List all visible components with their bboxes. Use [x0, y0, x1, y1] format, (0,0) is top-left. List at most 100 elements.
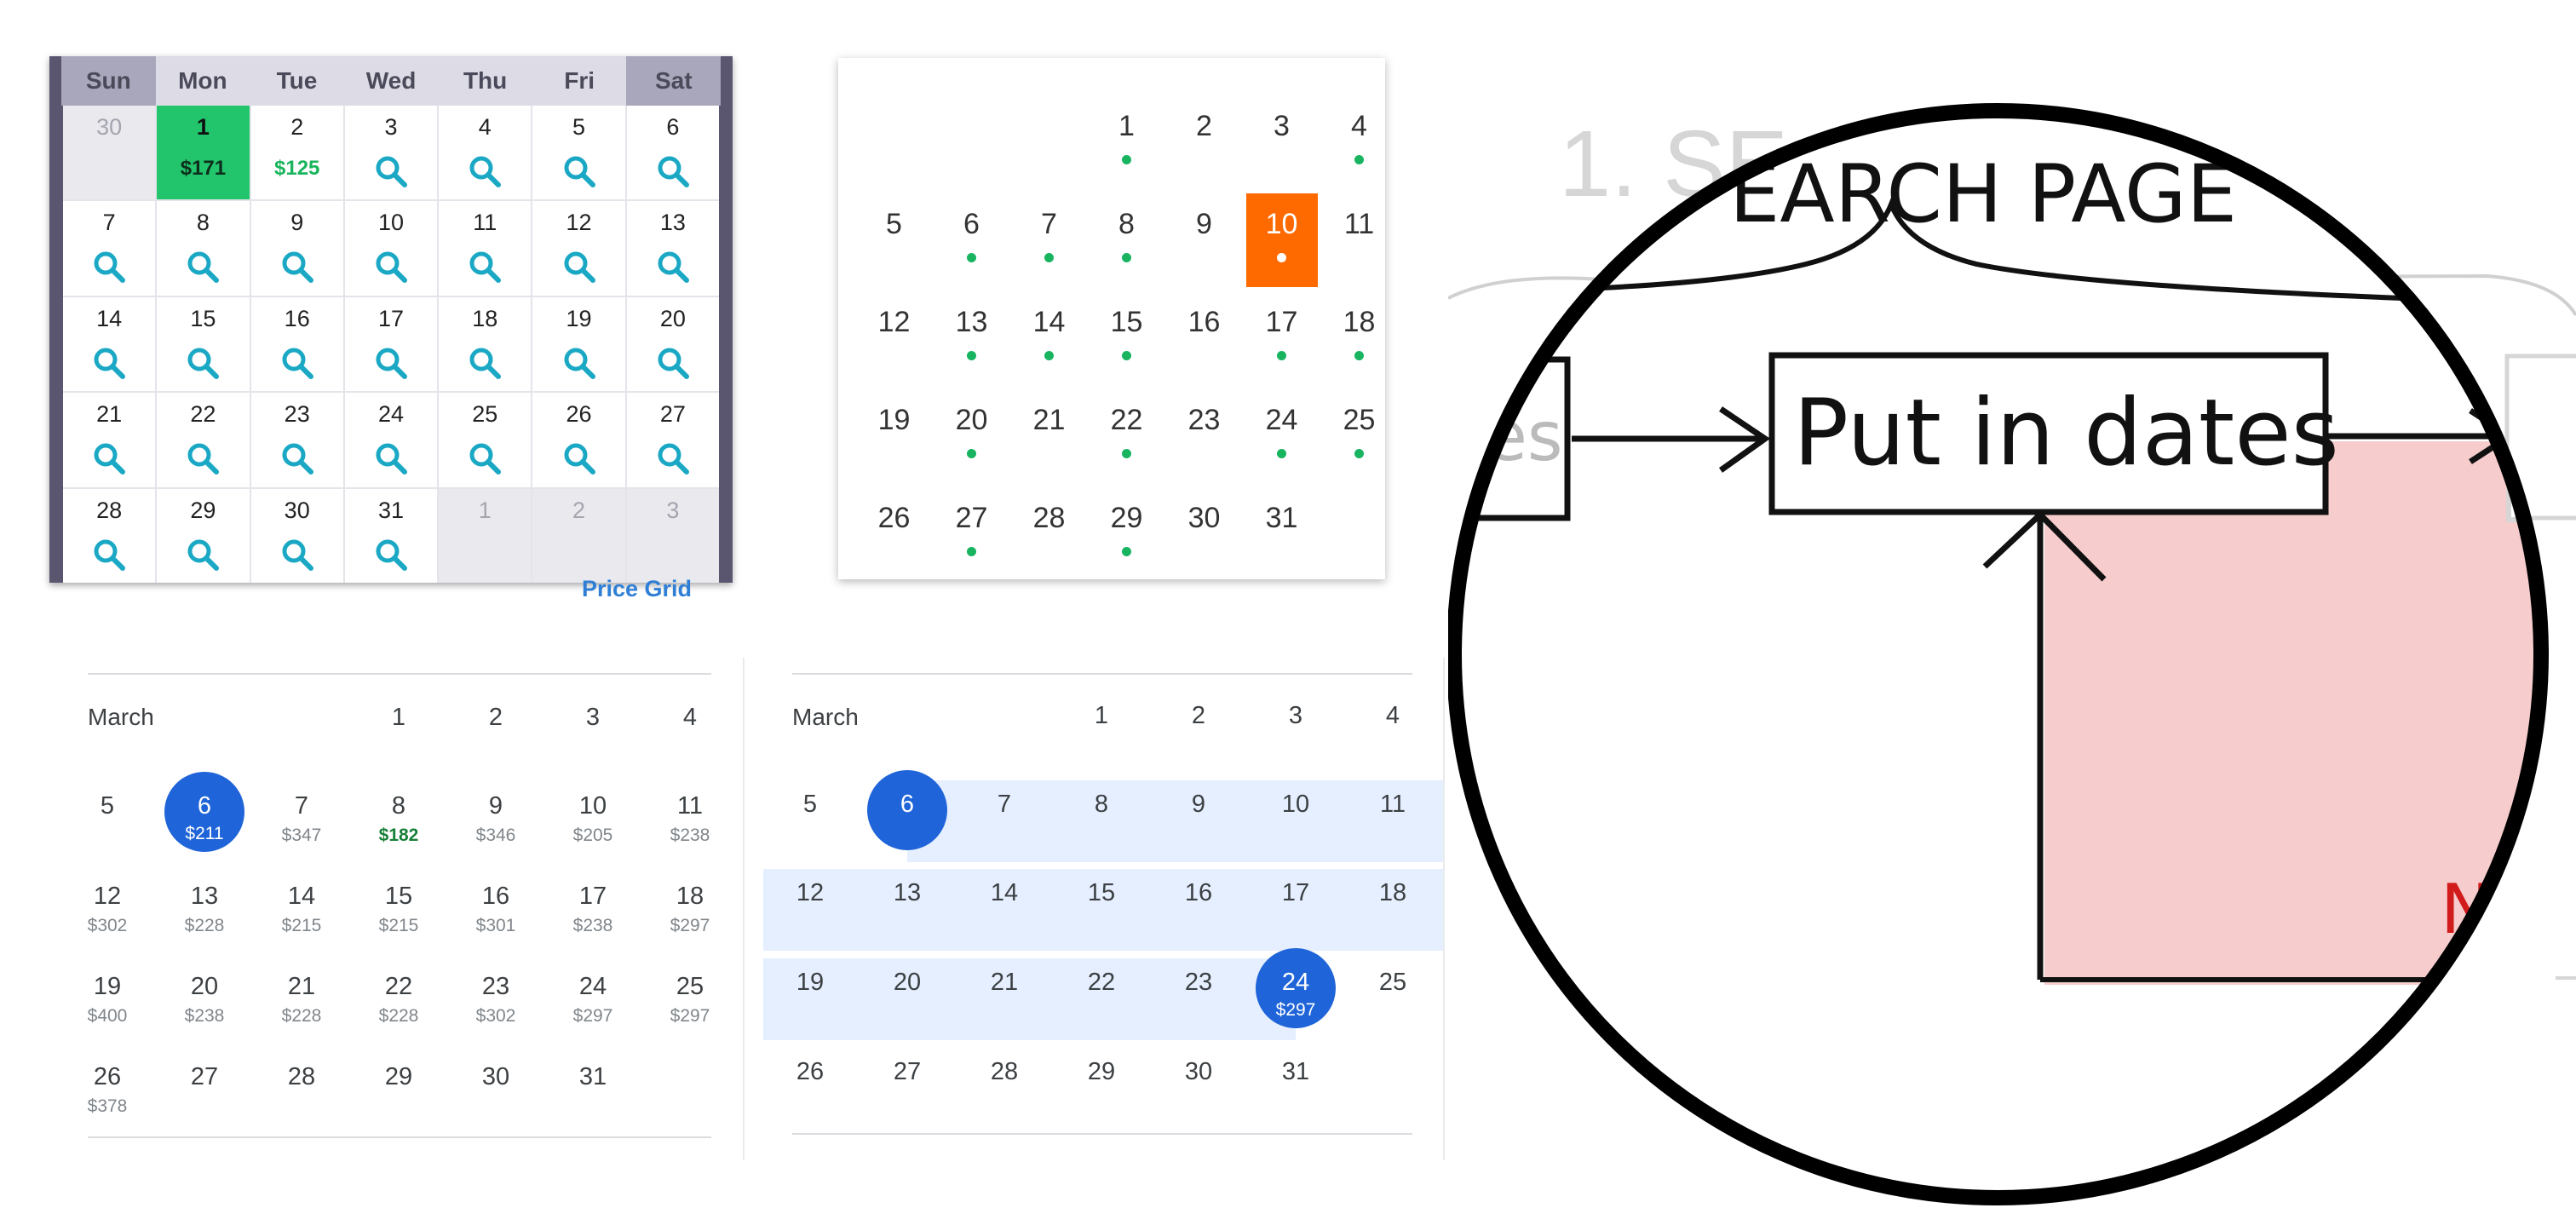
day-cell[interactable]: 2	[455, 704, 537, 732]
price-grid-link[interactable]: Price Grid	[582, 576, 692, 602]
day-cell[interactable]: 7	[63, 201, 156, 296]
day-cell[interactable]: 21	[63, 393, 156, 487]
day-cell[interactable]: 16	[250, 296, 343, 392]
day-cell[interactable]: 21	[963, 969, 1045, 997]
search-icon[interactable]	[185, 440, 221, 476]
day-cell[interactable]: 11	[439, 201, 532, 296]
day-cell[interactable]: 20	[626, 296, 719, 392]
day-cell[interactable]: 13	[626, 201, 719, 296]
day-cell[interactable]: 2	[1158, 702, 1239, 730]
day-cell[interactable]: 4	[1320, 92, 1398, 190]
day-cell[interactable]: 27	[866, 1058, 948, 1086]
day-cell[interactable]: 20	[866, 969, 948, 997]
day-cell[interactable]: 20	[933, 386, 1010, 484]
search-icon[interactable]	[561, 440, 597, 476]
day-cell[interactable]: 5	[66, 792, 148, 820]
search-icon[interactable]	[91, 249, 127, 285]
day-cell[interactable]: 2	[1165, 92, 1243, 190]
day-cell[interactable]: 19	[855, 386, 933, 484]
day-cell[interactable]: 22	[1088, 386, 1165, 484]
day-cell[interactable]: 14	[63, 296, 156, 392]
search-icon[interactable]	[279, 345, 315, 381]
day-cell[interactable]: 25 $297	[649, 973, 731, 1027]
day-cell[interactable]: 11	[1352, 791, 1434, 819]
day-cell[interactable]: 21	[1010, 386, 1088, 484]
day-cell[interactable]: 1 $171	[157, 106, 250, 200]
day-cell[interactable]: 24 $297	[552, 973, 634, 1027]
search-icon[interactable]	[655, 249, 691, 285]
search-icon[interactable]	[655, 153, 691, 189]
day-cell[interactable]: 24	[344, 393, 438, 487]
day-cell[interactable]: 2 $125	[250, 106, 343, 200]
day-cell[interactable]: 21 $228	[261, 973, 342, 1027]
day-cell[interactable]: 17 $238	[552, 883, 634, 936]
day-cell[interactable]: 18	[439, 296, 532, 392]
day-cell[interactable]: 10	[1255, 791, 1337, 819]
day-cell[interactable]: 9 $346	[455, 792, 537, 846]
day-cell[interactable]: 5	[769, 791, 851, 819]
day-cell[interactable]: 28	[261, 1063, 342, 1091]
day-cell[interactable]: 9	[250, 201, 343, 296]
day-cell[interactable]: 22 $228	[358, 973, 440, 1027]
day-cell[interactable]: 14 $215	[261, 883, 342, 936]
day-cell[interactable]: 5	[532, 106, 625, 200]
day-cell[interactable]: 16	[1165, 288, 1243, 386]
day-cell[interactable]: 3	[1255, 702, 1337, 730]
day-cell[interactable]: 5	[855, 190, 933, 288]
search-icon[interactable]	[467, 440, 503, 476]
search-icon[interactable]	[467, 345, 503, 381]
day-cell[interactable]: 9	[1165, 190, 1243, 288]
day-cell[interactable]: 26 $378	[66, 1063, 148, 1117]
day-cell[interactable]: 7	[963, 791, 1045, 819]
day-cell[interactable]: 27	[626, 393, 719, 487]
day-cell[interactable]: 11 $238	[649, 792, 731, 846]
day-cell[interactable]: 17	[1255, 879, 1337, 907]
day-cell[interactable]: 6	[866, 791, 948, 819]
day-cell[interactable]: 15 $215	[358, 883, 440, 936]
search-icon[interactable]	[373, 440, 409, 476]
day-cell[interactable]: 3	[1243, 92, 1320, 190]
day-cell[interactable]: 31	[552, 1063, 634, 1091]
day-cell[interactable]: 12	[855, 288, 933, 386]
day-cell[interactable]: 17	[1243, 288, 1320, 386]
day-cell[interactable]: 19 $400	[66, 973, 148, 1027]
search-icon[interactable]	[655, 440, 691, 476]
day-cell[interactable]: 6	[933, 190, 1010, 288]
day-cell[interactable]: 18	[1352, 879, 1434, 907]
day-cell[interactable]: 24 $297	[1255, 969, 1337, 1021]
day-cell[interactable]: 28	[1010, 484, 1088, 582]
day-cell[interactable]: 8	[1088, 190, 1165, 288]
day-cell[interactable]: 18	[1320, 288, 1398, 386]
day-cell[interactable]: 29	[1088, 484, 1165, 582]
day-cell[interactable]: 8	[157, 201, 250, 296]
day-cell[interactable]: 29	[157, 488, 250, 583]
day-cell[interactable]: 30	[250, 488, 343, 583]
search-icon[interactable]	[373, 345, 409, 381]
day-cell[interactable]: 12 $302	[66, 883, 148, 936]
day-cell[interactable]: 6	[626, 106, 719, 200]
day-cell[interactable]: 22	[1061, 969, 1142, 997]
day-cell[interactable]: 13	[933, 288, 1010, 386]
day-cell[interactable]: 6 $211	[164, 792, 245, 844]
day-cell[interactable]: 7	[1010, 190, 1088, 288]
day-cell[interactable]: 4	[1352, 702, 1434, 730]
search-icon[interactable]	[91, 537, 127, 572]
day-cell[interactable]: 12	[769, 879, 851, 907]
search-icon[interactable]	[655, 345, 691, 381]
day-cell[interactable]: 31	[1255, 1058, 1337, 1086]
day-cell[interactable]: 27	[164, 1063, 245, 1091]
search-icon[interactable]	[279, 537, 315, 572]
day-cell[interactable]: 29	[358, 1063, 440, 1091]
day-cell[interactable]: 10	[1243, 190, 1320, 288]
day-cell[interactable]: 18 $297	[649, 883, 731, 936]
day-cell[interactable]: 8 $182	[358, 792, 440, 846]
day-cell[interactable]: 25	[439, 393, 532, 487]
day-cell[interactable]: 15	[1088, 288, 1165, 386]
day-cell[interactable]: 14	[1010, 288, 1088, 386]
day-cell[interactable]: 17	[344, 296, 438, 392]
day-cell[interactable]: 31	[344, 488, 438, 583]
day-cell[interactable]: 27	[933, 484, 1010, 582]
search-icon[interactable]	[373, 537, 409, 572]
day-cell[interactable]: 4	[649, 704, 731, 732]
day-cell[interactable]: 26	[855, 484, 933, 582]
